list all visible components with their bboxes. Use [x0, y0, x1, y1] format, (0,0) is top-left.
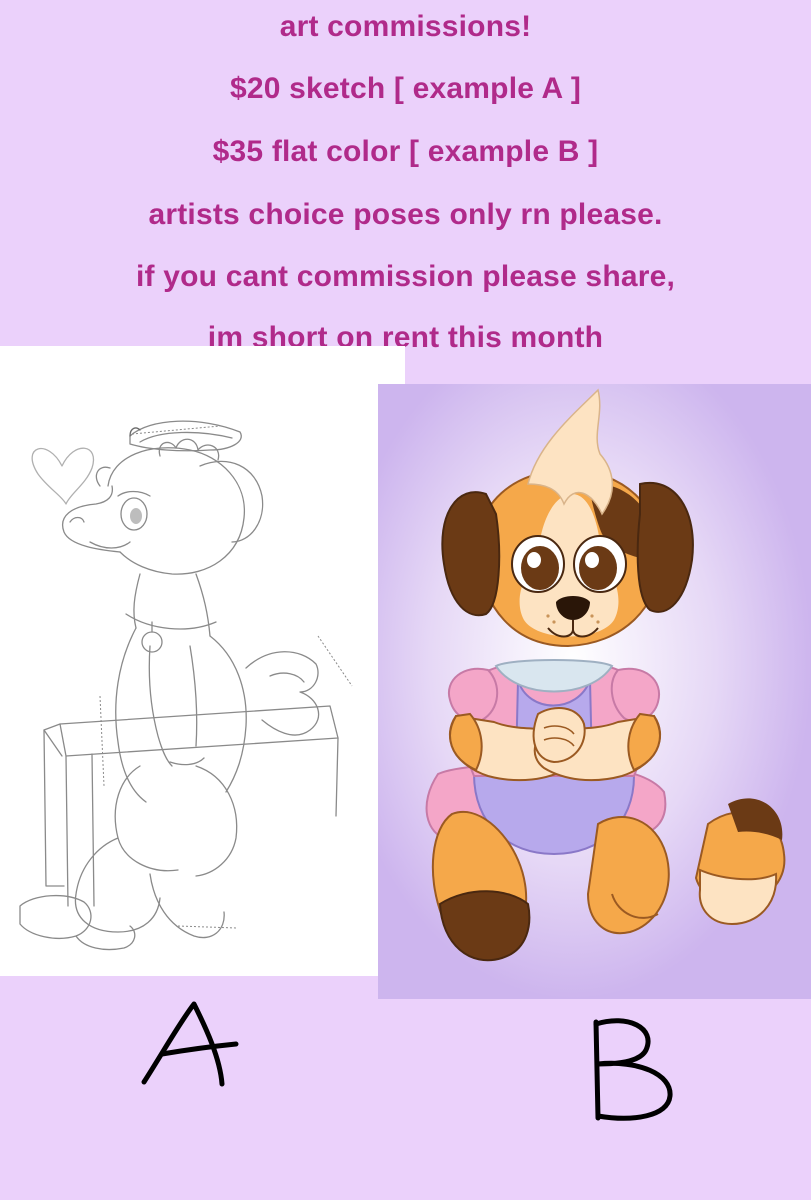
poses-note-line: artists choice poses only rn please.: [148, 198, 663, 231]
sketch-price-line: $20 sketch [ example A ]: [229, 72, 582, 105]
sketch-drawing: [19, 420, 353, 951]
example-a-label: [136, 998, 246, 1090]
headline: art commissions!: [279, 10, 532, 43]
example-b-flat-color-image: [378, 384, 811, 999]
example-a-sketch-image: [0, 346, 405, 976]
share-request-line: if you cant commission please share,: [135, 260, 676, 293]
example-b-label: [582, 1018, 682, 1122]
info-header: art commissions! $20 sketch [ example A …: [0, 0, 811, 380]
flat-color-drawing: [378, 384, 811, 999]
flat-color-price-line: $35 flat color [ example B ]: [212, 135, 599, 168]
